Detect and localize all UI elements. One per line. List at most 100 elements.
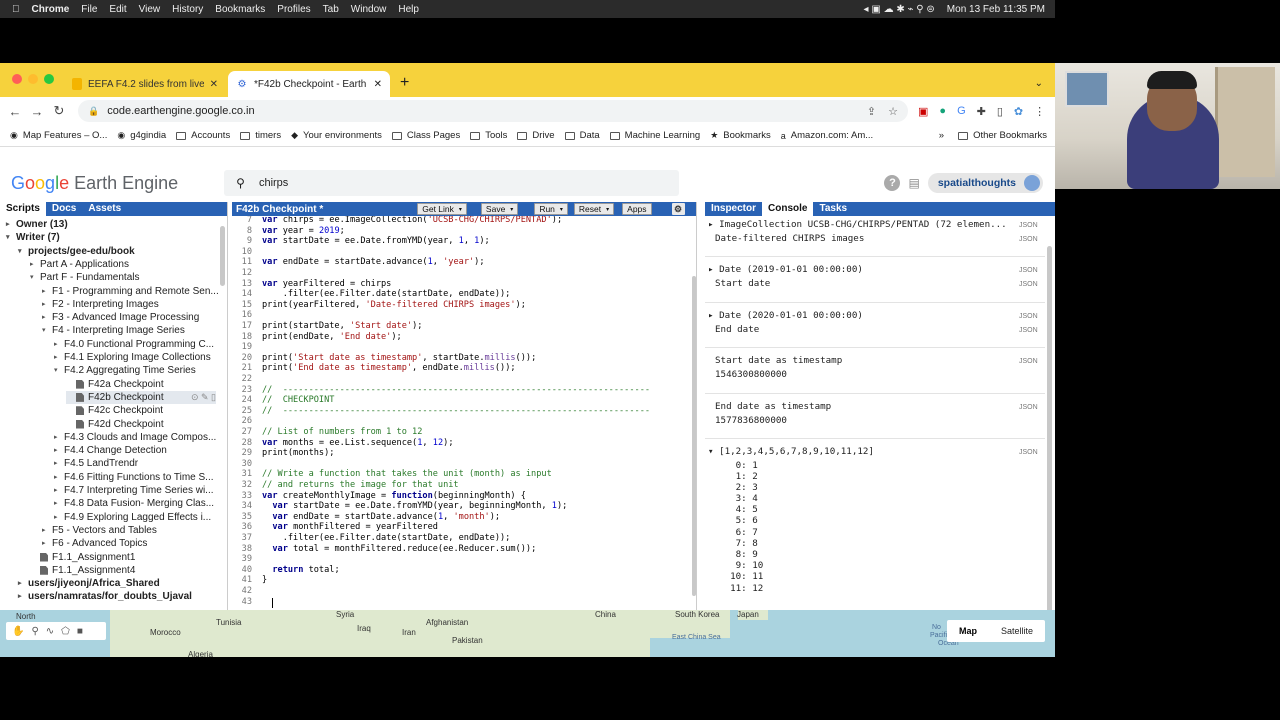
close-window-button[interactable] bbox=[12, 74, 22, 84]
tree-item[interactable]: ▸ F4.9 Exploring Lagged Effects i... bbox=[54, 511, 211, 524]
tree-item[interactable]: ▸ F4.5 LandTrendr bbox=[54, 457, 138, 470]
code-line[interactable]: 21 print('End date as timestamp', endDate… bbox=[232, 363, 516, 374]
menu-item[interactable]: View bbox=[139, 4, 161, 15]
apple-icon[interactable]:  bbox=[12, 4, 20, 15]
dropdown-icon[interactable]: ▾ bbox=[606, 206, 609, 213]
bookmark-item[interactable]: ★ Bookmarks bbox=[710, 130, 771, 141]
app-menu-chrome[interactable]: Chrome bbox=[32, 4, 70, 15]
bookmark-item[interactable]: Machine Learning bbox=[609, 130, 700, 141]
tree-item[interactable]: ▸ users/jiyeonj/Africa_Shared bbox=[18, 577, 160, 590]
dropdown-icon[interactable]: ▾ bbox=[459, 206, 462, 213]
new-tab-button[interactable]: + bbox=[400, 74, 409, 92]
json-button[interactable]: JSON bbox=[1019, 267, 1038, 274]
expand-arrow-icon[interactable]: ▸ bbox=[42, 537, 52, 550]
bookmark-item[interactable]: Data bbox=[564, 130, 600, 141]
tree-item[interactable]: ▸ F3 - Advanced Image Processing bbox=[42, 311, 199, 324]
bookmark-item[interactable]: timers bbox=[240, 130, 281, 141]
expand-arrow-icon[interactable]: ▸ bbox=[54, 497, 64, 510]
json-button[interactable]: JSON bbox=[1019, 313, 1038, 320]
expand-arrow-icon[interactable]: ▸ bbox=[54, 444, 64, 457]
console-line[interactable]: ▸ ImageCollection UCSB-CHG/CHIRPS/PENTAD… bbox=[708, 219, 1007, 231]
maximize-window-button[interactable] bbox=[44, 74, 54, 84]
tree-item[interactable]: ▾ F4.2 Aggregating Time Series bbox=[54, 364, 196, 377]
code-line[interactable]: 15 print(yearFiltered, 'Date-filtered CHI… bbox=[232, 300, 526, 311]
tree-item[interactable]: ▾ Writer (7) bbox=[6, 231, 60, 244]
tab-console[interactable]: Console bbox=[762, 202, 814, 216]
expand-arrow-icon[interactable]: ▸ bbox=[54, 431, 64, 444]
script-action-icons[interactable]: ⊙ ✎ ▯ bbox=[191, 391, 216, 404]
google-icon[interactable]: G bbox=[957, 105, 966, 118]
tree-item[interactable]: ▾ projects/gee-edu/book bbox=[18, 245, 135, 258]
apps-button[interactable]: Apps bbox=[622, 203, 652, 215]
code-line[interactable]: 25 // -----------------------------------… bbox=[232, 406, 650, 417]
save-button[interactable]: Save ▾ bbox=[480, 203, 519, 215]
tree-item[interactable]: F1.1_Assignment1 bbox=[30, 551, 135, 564]
code-line[interactable]: 35 var endDate = startDate.advance(1, 'm… bbox=[232, 512, 500, 523]
code-line[interactable]: 37 .filter(ee.Filter.date(startDate, end… bbox=[232, 533, 511, 544]
google-earth-engine-logo[interactable]: Google Earth Engine bbox=[11, 173, 178, 194]
code-line[interactable]: 41} bbox=[232, 575, 268, 586]
json-button[interactable]: JSON bbox=[1019, 327, 1038, 334]
expand-arrow-icon[interactable]: ▸ bbox=[18, 577, 28, 590]
tab-earth-engine[interactable]: ⚙ *F42b Checkpoint - Earth Engi ✕ bbox=[228, 71, 390, 97]
console-scrollbar[interactable] bbox=[1047, 246, 1052, 616]
code-line[interactable]: 9 var startDate = ee.Date.fromYMD(year, 1… bbox=[232, 236, 490, 247]
tree-item[interactable]: ▾ F4 - Interpreting Image Series bbox=[42, 324, 185, 337]
code-line[interactable]: 26 bbox=[232, 416, 262, 427]
code-line[interactable]: 42 bbox=[232, 586, 262, 597]
reload-icon[interactable]: ↻ bbox=[48, 103, 70, 119]
tree-item[interactable]: ▸ Part A - Applications bbox=[30, 258, 129, 271]
menu-item[interactable]: Help bbox=[398, 4, 419, 15]
tree-item[interactable]: ▸ F4.6 Fitting Functions to Time S... bbox=[54, 471, 214, 484]
reset-button[interactable]: Reset ▾ bbox=[573, 203, 615, 215]
tree-item[interactable]: F42c Checkpoint bbox=[66, 404, 163, 417]
forward-icon[interactable]: → bbox=[26, 104, 48, 119]
bookmark-item[interactable]: Drive bbox=[517, 130, 555, 141]
code-line[interactable]: 18 print(endDate, 'End date'); bbox=[232, 332, 402, 343]
run-button[interactable]: Run ▾ bbox=[534, 203, 568, 215]
json-button[interactable]: JSON bbox=[1019, 449, 1038, 456]
code-line[interactable]: 7 var chirps = ee.ImageCollection('UCSB-C… bbox=[232, 216, 562, 226]
expand-arrow-icon[interactable]: ▾ bbox=[18, 245, 28, 258]
code-line[interactable]: 32 // and returns the image for that unit bbox=[232, 480, 459, 491]
code-line[interactable]: 20 print('Start date as timestamp', start… bbox=[232, 353, 537, 364]
dropdown-icon[interactable]: ▾ bbox=[560, 206, 563, 213]
code-line[interactable]: 29 print(months); bbox=[232, 448, 335, 459]
expand-arrow-icon[interactable]: ▸ bbox=[54, 351, 64, 364]
bookmark-item[interactable]: a Amazon.com: Am... bbox=[781, 130, 873, 141]
bookmark-item[interactable]: Tools bbox=[470, 130, 507, 141]
code-line[interactable]: 38 var total = monthFiltered.reduce(ee.R… bbox=[232, 544, 537, 555]
tree-item[interactable]: ▸ F4.0 Functional Programming C... bbox=[54, 338, 214, 351]
tab-docs[interactable]: Docs bbox=[46, 202, 82, 216]
bookmark-star-icon[interactable]: ☆ bbox=[888, 105, 898, 118]
tree-scrollbar[interactable] bbox=[220, 226, 225, 286]
tree-item[interactable]: ▸ F4.7 Interpreting Time Series wi... bbox=[54, 484, 214, 497]
tab-assets[interactable]: Assets bbox=[82, 202, 127, 216]
code-line[interactable]: 27 // List of numbers from 1 to 12 bbox=[232, 427, 423, 438]
tree-item[interactable]: F42a Checkpoint bbox=[66, 378, 164, 391]
tab-slides[interactable]: EEFA F4.2 slides from live wall ✕ bbox=[64, 71, 226, 97]
console-line[interactable]: ▾ [1,2,3,4,5,6,7,8,9,10,11,12] bbox=[708, 446, 874, 458]
tree-item[interactable]: ▸ Owner (13) bbox=[6, 218, 68, 231]
code-line[interactable]: 17 print(startDate, 'Start date'); bbox=[232, 321, 423, 332]
expand-arrow-icon[interactable]: ▸ bbox=[54, 457, 64, 470]
code-line[interactable]: 12 bbox=[232, 268, 262, 279]
code-line[interactable]: 30 bbox=[232, 459, 262, 470]
code-area[interactable]: 7 var chirps = ee.ImageCollection('UCSB-C… bbox=[232, 216, 696, 657]
json-button[interactable]: JSON bbox=[1019, 358, 1038, 365]
expand-arrow-icon[interactable]: ▾ bbox=[30, 271, 40, 284]
map-panel[interactable]: North Morocco Algeria Tunisia Syria Iraq Iran A… bbox=[0, 610, 1055, 657]
code-line[interactable]: 33 var createMonthlyImage = function(begi… bbox=[232, 491, 526, 502]
expand-arrow-icon[interactable]: ▾ bbox=[42, 324, 52, 337]
hand-tool-icon[interactable]: ✋ bbox=[12, 626, 24, 637]
tree-item[interactable]: ▸ F5 - Vectors and Tables bbox=[42, 524, 157, 537]
expand-arrow-icon[interactable]: ▸ bbox=[30, 258, 40, 271]
tree-item[interactable]: F42d Checkpoint bbox=[66, 418, 164, 431]
account-button[interactable]: spatialthoughts bbox=[927, 173, 1043, 193]
back-icon[interactable]: ← bbox=[4, 104, 26, 119]
tab-inspector[interactable]: Inspector bbox=[705, 202, 762, 216]
code-line[interactable]: 19 bbox=[232, 342, 262, 353]
url-field[interactable]: 🔒 code.earthengine.google.co.in ⇪ ☆ bbox=[78, 100, 908, 122]
code-line[interactable]: 28 var months = ee.List.sequence(1, 12); bbox=[232, 438, 454, 449]
tree-item[interactable]: ▸ F6 - Advanced Topics bbox=[42, 537, 147, 550]
